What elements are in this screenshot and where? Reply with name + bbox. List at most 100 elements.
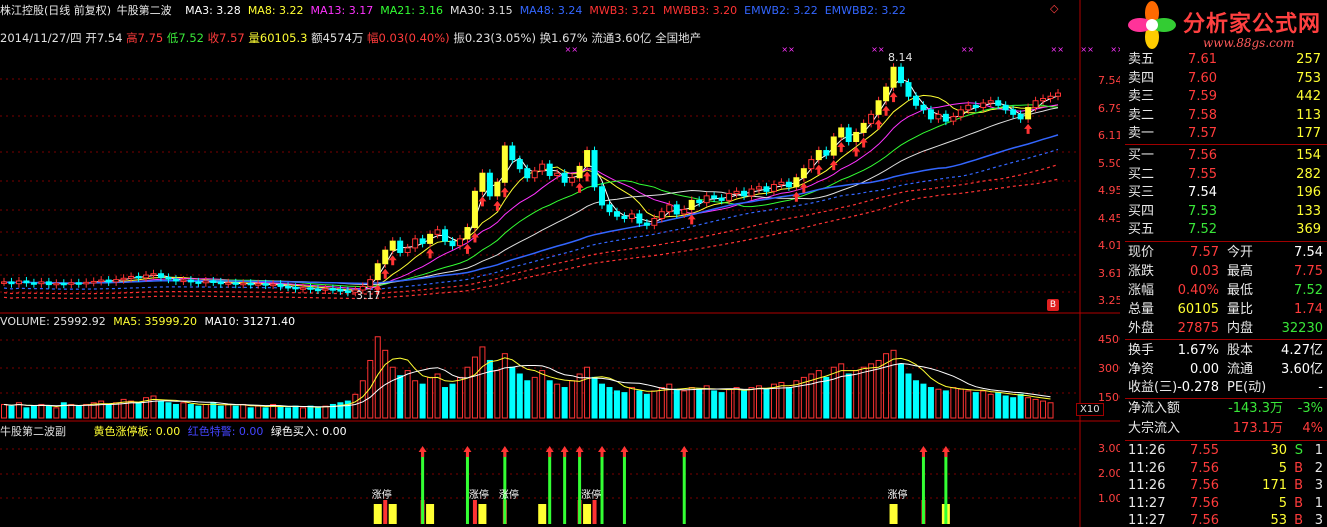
volume-bar [157, 400, 164, 419]
stat-value: 32230 [1281, 321, 1323, 336]
volume-bar [83, 403, 90, 419]
orderbook-row: 买五 7.52 369 [1125, 220, 1327, 239]
volume-bar [464, 366, 471, 419]
stat-value: 60105 [1177, 302, 1219, 317]
volume-bar [210, 402, 217, 419]
tick-row[interactable]: 11:26 7.56 171 B 3 [1125, 476, 1327, 495]
volume-bar [217, 405, 224, 419]
candle-body [733, 190, 740, 195]
high-label: 高 [126, 31, 138, 45]
candle-body [726, 193, 733, 201]
stat-label: 涨跌 [1128, 264, 1155, 279]
stat-row: 总量 60105 量比 1.74 [1125, 300, 1327, 319]
candle-body [285, 285, 292, 289]
volume-bar [838, 363, 845, 419]
candle-body [800, 168, 807, 179]
up-arrow-icon [418, 446, 427, 457]
axis-tick-label: 3.25 [1098, 294, 1120, 307]
stat-label: 收益(三) [1128, 380, 1178, 395]
flow-row: 大宗流入 173.1万 4% [1125, 419, 1327, 438]
chart-header-quote: 2014/11/27/四 开7.54 高7.75 低7.52 收7.57 量60… [0, 30, 701, 46]
orderbook-volume: 282 [1296, 166, 1321, 182]
ma-item: MA8: 3.22 [247, 4, 304, 17]
stat-value: -0.278 [1177, 380, 1219, 395]
candle-body [576, 165, 583, 179]
candle-body [1055, 92, 1061, 97]
chart-canvas[interactable]: ××××××××××××××涨停涨停涨停涨停涨停 [0, 0, 1120, 527]
tick-row[interactable]: 11:26 7.56 5 B 2 [1125, 459, 1327, 478]
candle-body [397, 240, 404, 253]
candle-body [636, 213, 643, 224]
tick-price: 7.55 [1190, 443, 1219, 458]
volume-bar [202, 403, 209, 419]
volume-ma10: MA10: 31271.40 [204, 315, 296, 328]
tick-volume: 171 [1262, 478, 1287, 493]
candle-body [98, 279, 105, 283]
volume-bar [1032, 398, 1039, 419]
limit-up-bar [538, 504, 547, 524]
ma-item: MWB3: 3.21 [589, 4, 657, 17]
high-mark: 8.14 [888, 51, 913, 64]
candle-body [643, 222, 650, 226]
orderbook-label: 买二 [1128, 166, 1155, 182]
tick-time: 11:27 [1128, 495, 1166, 511]
up-arrow-icon [583, 171, 592, 182]
tick-row[interactable]: 11:27 7.56 5 B 1 [1125, 494, 1327, 513]
candle-body [748, 188, 755, 197]
indicator-red: 红色特警: 0.00 [187, 425, 264, 438]
orderbook-price: 7.53 [1188, 203, 1217, 219]
volume-bar [554, 383, 561, 419]
stat-value: 7.57 [1190, 245, 1219, 260]
stat-label: 量比 [1227, 302, 1254, 317]
stat-value: 0.40% [1177, 283, 1219, 298]
tick-time: 11:26 [1128, 460, 1166, 476]
candle-body [718, 197, 725, 201]
kline-chart-area[interactable]: ××××××××××××××涨停涨停涨停涨停涨停 株江控股(日线 前复权) 牛股… [0, 0, 1120, 527]
stat-label: 换手 [1128, 343, 1155, 358]
orderbook-volume: 113 [1296, 107, 1321, 123]
up-arrow-icon [852, 146, 861, 157]
tick-side: S [1294, 443, 1303, 458]
orderbook-price: 7.60 [1188, 70, 1217, 86]
orderbook-label: 卖五 [1128, 52, 1155, 67]
tick-row[interactable]: 11:27 7.56 53 B 3 [1125, 511, 1327, 527]
flow-pct: 4% [1302, 421, 1323, 436]
volume-bar [696, 388, 703, 419]
amt-value: 4574万 [322, 31, 364, 45]
stock-terminal: ××××××××××××××涨停涨停涨停涨停涨停 株江控股(日线 前复权) 牛股… [0, 0, 1327, 527]
volume-bar [621, 392, 628, 419]
volume-bar [920, 383, 927, 419]
candle-body [247, 282, 254, 286]
orderbook-price: 7.57 [1188, 126, 1217, 142]
up-arrow-icon [919, 446, 928, 457]
volume-bar [539, 370, 546, 419]
sidebar-divider [1125, 339, 1327, 340]
axis-tick-label: 2.00 [1098, 467, 1120, 480]
volume-bar [823, 376, 830, 419]
b-signal-badge[interactable]: B [1047, 299, 1059, 311]
tick-count: 1 [1314, 443, 1323, 458]
candle-body [172, 278, 179, 282]
candle-body [45, 281, 52, 286]
close-label: 收 [207, 31, 220, 45]
volume-bar [606, 387, 613, 419]
orderbook-price: 7.59 [1188, 89, 1217, 105]
candle-body [561, 172, 568, 183]
volume-bar [404, 370, 411, 419]
volume-bar [1017, 393, 1024, 419]
up-arrow-icon [680, 446, 689, 457]
candle-body [1, 281, 7, 284]
orderbook-price: 7.52 [1188, 222, 1217, 238]
orderbook-price: 7.56 [1188, 148, 1217, 163]
candle-body [8, 281, 15, 285]
stat-label: 今开 [1227, 245, 1254, 260]
tick-row[interactable]: 11:26 7.55 30 S 1 [1125, 441, 1327, 460]
low-value: 7.52 [178, 31, 204, 45]
volume-bar [135, 402, 142, 419]
candle-body [157, 273, 164, 278]
scroll-diamond-icon[interactable]: ◇ [1050, 2, 1058, 15]
candle-body [442, 229, 449, 242]
amt-label: 额 [311, 31, 323, 45]
up-arrow-icon [792, 191, 801, 202]
ma-item: MA13: 3.17 [310, 4, 374, 17]
